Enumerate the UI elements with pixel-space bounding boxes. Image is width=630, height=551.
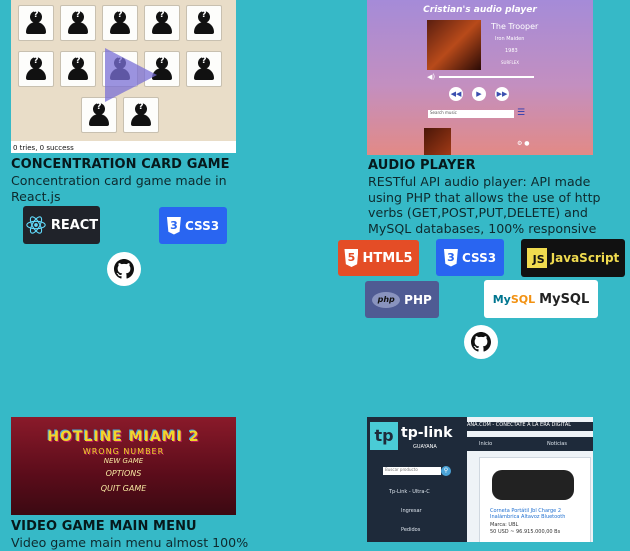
search-icon[interactable]: ⚲ [441,466,451,476]
css3-badge: 3 CSS3 [436,239,504,276]
product-card[interactable]: Corneta Portátil Jbl Charge 2 Inalámbric… [479,457,591,542]
project-title: VIDEO GAME MAIN MENU [11,519,197,534]
memory-card[interactable]: ? [186,51,222,87]
php-icon: php [372,291,401,308]
html5-badge: 5 HTML5 [338,240,419,276]
question-mark-icon: ? [117,10,123,20]
search-input[interactable]: Search music [428,110,514,118]
php-badge: php PHP [365,281,439,318]
memory-card[interactable]: ? [102,5,138,41]
memory-card[interactable]: ? [18,5,54,41]
project-description: Video game main menu almost 100% [11,535,249,550]
product-image [492,470,574,500]
thumb-status-text: 0 tries, 0 success [13,144,74,152]
next-button[interactable]: ▶▶ [495,87,509,101]
album-cover [427,20,481,70]
js-badge: JS JavaScript [521,239,625,277]
project-thumbnail-audio-player[interactable]: Cristian's audio player The Trooper Iron… [367,0,593,155]
memory-card[interactable]: ? [144,5,180,41]
mysql-badge: MySQL MySQL [484,280,598,318]
github-link[interactable] [464,325,498,359]
tplink-logo: tp [370,422,398,450]
question-mark-icon: ? [33,10,39,20]
js-icon: JS [526,248,547,268]
top-banner: ANA.COM - CONECTATE A LA ERA DIGITAL [467,422,593,431]
tab-bar: Inicio Noticias [467,437,593,451]
html5-icon: 5 [344,249,359,267]
prev-button[interactable]: ◀◀ [449,87,463,101]
question-mark-icon: ? [75,10,81,20]
project-thumbnail-tplink[interactable]: tp tp-link GUAYANA Buscar producto ⚲ Tp-… [367,417,593,542]
menu-item-new-game[interactable]: NEW GAME [11,457,236,465]
project-description: Concentration card game made in React.js [11,173,227,204]
project-thumbnail-card-game[interactable]: ???????????? 0 tries, 0 success [11,0,236,153]
track-actions[interactable]: ⚙ ● [517,140,530,147]
menu-item-quit[interactable]: QUIT GAME [11,484,236,493]
game-logo: HOTLINE MIAMI 2 [47,429,200,445]
track-thumbnail[interactable] [424,128,451,155]
memory-card[interactable]: ? [60,5,96,41]
question-mark-icon: ? [159,10,165,20]
sidebar: tp tp-link GUAYANA Buscar producto ⚲ Tp-… [367,417,467,542]
project-description: RESTful API audio player: API made using… [368,174,601,236]
volume-icon: ◀) [427,73,436,81]
play-icon [105,48,157,102]
project-title: CONCENTRATION CARD GAME [11,157,230,172]
github-icon [114,259,134,279]
react-badge: REACT [23,206,100,244]
progress-bar[interactable] [439,76,534,78]
memory-card[interactable]: ? [18,51,54,87]
menu-icon[interactable]: ☰ [517,108,525,118]
play-button[interactable]: ▶ [472,87,486,101]
react-icon [26,216,46,234]
question-mark-icon: ? [201,10,207,20]
game-logo-sub: WRONG NUMBER [82,447,165,456]
question-mark-icon: ? [75,56,81,66]
store-search-input[interactable]: Buscar producto [383,467,441,475]
github-icon [471,332,491,352]
project-title: AUDIO PLAYER [368,158,476,173]
question-mark-icon: ? [33,56,39,66]
memory-card[interactable]: ? [60,51,96,87]
menu-item-options[interactable]: OPTIONS [11,469,236,478]
project-thumbnail-game-menu[interactable]: HOTLINE MIAMI 2 WRONG NUMBER NEW GAME OP… [11,417,236,515]
github-link[interactable] [107,252,141,286]
css3-badge: 3 CSS3 [159,207,227,244]
question-mark-icon: ? [201,56,207,66]
thumb-heading: Cristian's audio player [423,5,537,15]
css3-icon: 3 [166,216,181,235]
memory-card[interactable]: ? [186,5,222,41]
mysql-icon: MySQL [492,292,536,306]
css3-icon: 3 [443,248,458,267]
